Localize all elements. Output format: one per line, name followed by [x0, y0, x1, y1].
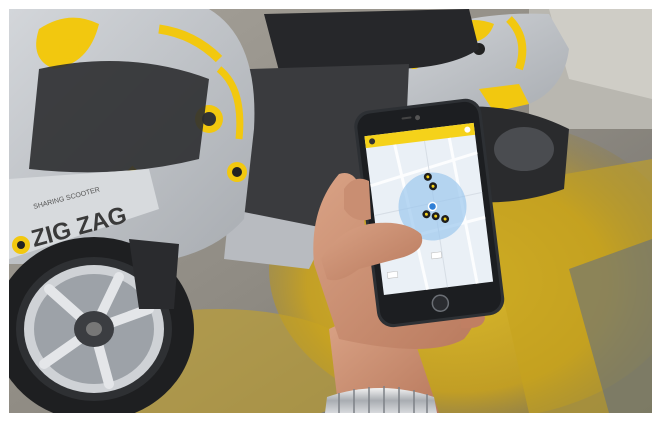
photo-frame: SHARING SCOOTER ZIG ZAG: [9, 9, 652, 413]
scooter-seat: [264, 9, 479, 71]
scene: SHARING SCOOTER ZIG ZAG: [9, 9, 652, 413]
user-location-icon: [427, 201, 438, 212]
smartphone: [354, 98, 505, 328]
